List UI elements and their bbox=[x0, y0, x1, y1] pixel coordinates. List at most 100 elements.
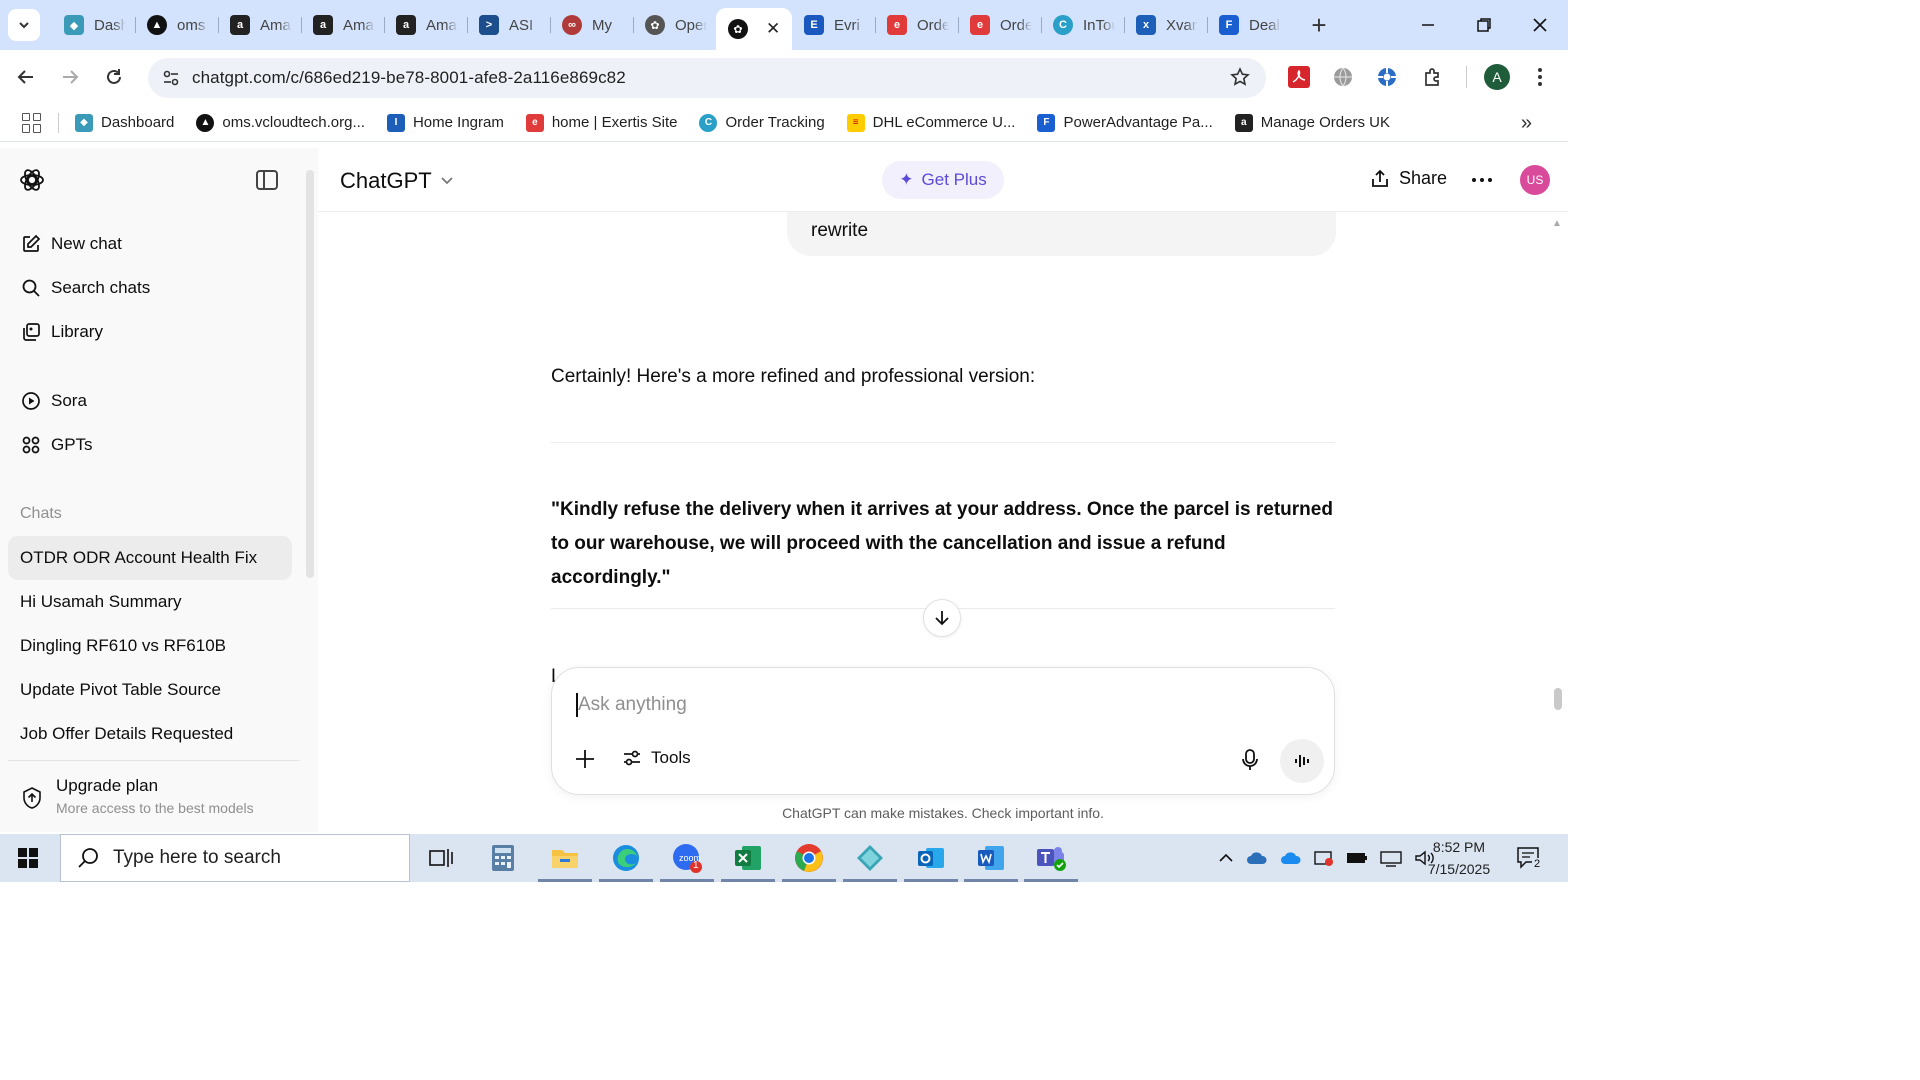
battery-icon[interactable] bbox=[1346, 851, 1368, 865]
minimize-button[interactable] bbox=[1400, 0, 1456, 50]
scroll-to-bottom-button[interactable] bbox=[923, 599, 961, 637]
reload-button[interactable] bbox=[96, 59, 132, 95]
browser-menu-icon[interactable] bbox=[1530, 64, 1550, 90]
taskbar-zoom[interactable]: zoom 1 bbox=[658, 834, 716, 882]
restore-button[interactable] bbox=[1456, 0, 1512, 50]
url-text[interactable]: chatgpt.com/c/686ed219-be78-8001-afe8-2a… bbox=[192, 68, 626, 88]
share-button[interactable]: Share bbox=[1370, 168, 1447, 189]
sidebar-item-search-chats[interactable]: Search chats bbox=[20, 277, 150, 299]
taskbar-file-explorer[interactable] bbox=[536, 834, 594, 882]
site-info-icon[interactable] bbox=[158, 65, 184, 91]
taskbar-search-box[interactable]: Type here to search bbox=[60, 834, 410, 882]
browser-tab[interactable]: aAmazon bbox=[301, 8, 384, 42]
bookmark-home-ingram[interactable]: I Home Ingram bbox=[386, 113, 504, 132]
microphone-icon[interactable] bbox=[1240, 748, 1260, 772]
browser-tab[interactable]: E Evri bbox=[792, 8, 875, 42]
sidebar-item-new-chat[interactable]: New chat bbox=[20, 233, 122, 255]
scroll-up-arrow-icon[interactable]: ▲ bbox=[1552, 218, 1562, 229]
chat-history-item[interactable]: Hi Usamah Summary bbox=[8, 580, 292, 624]
close-tab-icon[interactable]: ✕ bbox=[766, 19, 780, 39]
sidebar-item-sora[interactable]: Sora bbox=[20, 390, 87, 412]
taskbar-edge[interactable] bbox=[597, 834, 655, 882]
browser-tab[interactable]: xXvantage bbox=[1124, 8, 1207, 42]
forward-button[interactable] bbox=[52, 59, 88, 95]
browser-tab-active[interactable]: ✿ ✕ bbox=[716, 8, 792, 50]
poweradvantage-icon: F bbox=[1037, 113, 1056, 132]
bookmark-exertis[interactable]: e home | Exertis Site bbox=[525, 113, 677, 132]
browser-tab[interactable]: ✿OpenAI bbox=[633, 8, 716, 42]
taskbar-outlook[interactable] bbox=[902, 834, 960, 882]
add-attachment-icon[interactable] bbox=[574, 748, 596, 770]
sidebar-item-library[interactable]: Library bbox=[20, 321, 103, 343]
new-tab-button[interactable]: + bbox=[1304, 10, 1334, 41]
teams-icon bbox=[1037, 847, 1066, 871]
more-options-icon[interactable] bbox=[1472, 178, 1492, 182]
bookmark-star-icon[interactable] bbox=[1230, 67, 1250, 92]
browser-tab[interactable]: ◆Dashboard bbox=[52, 8, 135, 42]
windows-logo-icon bbox=[18, 848, 38, 868]
get-plus-button[interactable]: ✦ Get Plus bbox=[882, 161, 1004, 199]
notifications-button[interactable]: 2 bbox=[1516, 846, 1543, 875]
composer-input-placeholder[interactable]: Ask anything bbox=[578, 694, 687, 716]
browser-tab[interactable]: aAmazon bbox=[218, 8, 301, 42]
browser-tab[interactable]: FDeals bbox=[1207, 8, 1290, 42]
chat-history-item[interactable]: OTDR ODR Account Health Fix bbox=[8, 536, 292, 580]
taskbar-word[interactable] bbox=[962, 834, 1020, 882]
asi-icon: > bbox=[479, 15, 499, 35]
browser-tab[interactable]: ▲ oms bbox=[135, 8, 218, 42]
upgrade-plan-button[interactable]: Upgrade plan More access to the best mod… bbox=[20, 776, 254, 816]
chatgpt-logo-icon[interactable] bbox=[18, 166, 46, 194]
sidebar-scrollbar[interactable] bbox=[306, 170, 314, 578]
voice-mode-button[interactable] bbox=[1280, 739, 1324, 783]
acrobat-extension-icon[interactable] bbox=[1284, 62, 1314, 92]
bookmark-order-tracking[interactable]: C Order Tracking bbox=[699, 113, 825, 132]
onedrive-personal-icon[interactable] bbox=[1280, 851, 1302, 865]
chat-history-item[interactable]: Dingling RF610 vs RF610B bbox=[8, 624, 292, 668]
message-composer[interactable]: Ask anything Tools bbox=[551, 667, 1335, 795]
sidebar-item-gpts[interactable]: GPTs bbox=[20, 434, 93, 456]
network-icon[interactable] bbox=[1380, 849, 1402, 867]
browser-tab[interactable]: ∞ My bbox=[550, 8, 633, 42]
close-window-button[interactable] bbox=[1512, 0, 1568, 50]
toolbar-divider bbox=[1466, 66, 1467, 88]
chat-history-item[interactable]: Update Pivot Table Source bbox=[8, 668, 292, 712]
bookmark-poweradvantage[interactable]: F PowerAdvantage Pa... bbox=[1037, 113, 1213, 132]
bookmark-manage-orders[interactable]: a Manage Orders UK bbox=[1234, 113, 1390, 132]
bookmark-oms[interactable]: ▲ oms.vcloudtech.org... bbox=[196, 113, 365, 132]
vpn-extension-icon[interactable] bbox=[1372, 62, 1402, 92]
taskbar-chrome[interactable] bbox=[780, 834, 838, 882]
globe-extension-icon[interactable] bbox=[1328, 62, 1358, 92]
tab-search-button[interactable] bbox=[8, 9, 40, 41]
extensions-puzzle-icon[interactable] bbox=[1418, 62, 1448, 92]
model-selector[interactable]: ChatGPT bbox=[340, 168, 454, 194]
toggle-sidebar-icon[interactable] bbox=[256, 170, 278, 190]
profile-avatar[interactable]: A bbox=[1484, 64, 1510, 90]
user-avatar[interactable]: US bbox=[1520, 165, 1550, 195]
message-divider bbox=[551, 442, 1335, 443]
taskbar-clock[interactable]: 8:52 PM 7/15/2025 bbox=[1414, 836, 1504, 880]
browser-tab[interactable]: eOrders bbox=[875, 8, 958, 42]
main-scrollbar-thumb[interactable] bbox=[1554, 688, 1562, 710]
browser-tab[interactable]: > ASI bbox=[467, 8, 550, 42]
taskbar-teams[interactable] bbox=[1022, 834, 1080, 882]
browser-tab[interactable]: aAmazon bbox=[384, 8, 467, 42]
onedrive-icon[interactable] bbox=[1246, 851, 1268, 865]
taskbar-excel[interactable] bbox=[719, 834, 777, 882]
taskbar-app-diamond[interactable] bbox=[841, 834, 899, 882]
browser-tab[interactable]: eOrders bbox=[958, 8, 1041, 42]
tools-button[interactable]: Tools bbox=[622, 748, 691, 768]
back-button[interactable] bbox=[8, 59, 44, 95]
apps-grid-icon[interactable] bbox=[22, 112, 42, 133]
bookmark-dashboard[interactable]: ◆ Dashboard bbox=[75, 113, 174, 132]
chevron-up-icon[interactable] bbox=[1218, 853, 1234, 863]
browser-tab[interactable]: CInTouch bbox=[1041, 8, 1124, 42]
bookmark-dhl[interactable]: ≡ DHL eCommerce U... bbox=[846, 113, 1015, 132]
diamond-app-icon bbox=[857, 845, 883, 871]
taskbar-calculator[interactable] bbox=[474, 834, 532, 882]
chat-history-item[interactable]: Job Offer Details Requested bbox=[8, 712, 292, 756]
task-view-button[interactable] bbox=[412, 834, 470, 882]
address-bar[interactable]: chatgpt.com/c/686ed219-be78-8001-afe8-2a… bbox=[148, 58, 1266, 98]
start-button[interactable] bbox=[0, 834, 56, 882]
more-bookmarks-icon[interactable]: » bbox=[1521, 112, 1532, 135]
security-alert-icon[interactable] bbox=[1314, 849, 1334, 867]
